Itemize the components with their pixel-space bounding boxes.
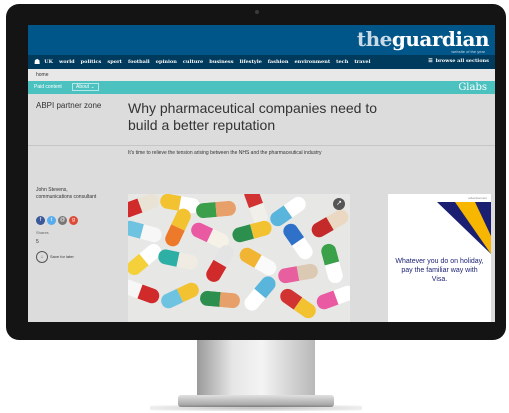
save-for-later-link[interactable]: Save for later [50, 254, 74, 259]
share-count-label: Shares [36, 230, 49, 235]
author-name[interactable]: John Stevens, [36, 187, 116, 194]
capsule [162, 206, 194, 249]
author-role: communications consultant [36, 194, 97, 200]
article-standfirst: It's time to relieve the tension arising… [128, 150, 322, 156]
about-dropdown[interactable]: About ⌄ [72, 83, 99, 91]
ad-label: advertisement [468, 196, 487, 200]
capsule [230, 219, 274, 244]
masthead: theguardian website of the year [28, 25, 495, 55]
google-plus-icon[interactable]: g [69, 216, 78, 225]
menu-icon: ☰ [428, 58, 433, 64]
camera-dot [255, 10, 259, 14]
monitor-frame: theguardian website of the year ☗ UK wor… [6, 4, 506, 340]
capsule [203, 242, 237, 285]
nav-item-fashion[interactable]: fashion [268, 59, 289, 65]
nav-item-travel[interactable]: travel [354, 59, 370, 65]
monitor-stand [197, 340, 315, 396]
nav-item-lifestyle[interactable]: lifestyle [240, 59, 262, 65]
email-icon[interactable]: @ [58, 216, 67, 225]
capsule [236, 245, 280, 278]
capsule [241, 273, 279, 314]
home-icon[interactable]: ☗ [34, 58, 40, 66]
labs-bar: Paid content About ⌄ Glabs [28, 81, 495, 94]
capsule [277, 262, 319, 285]
glabs-logo[interactable]: Glabs [458, 82, 487, 93]
capsule [158, 280, 202, 311]
browse-all-sections-button[interactable]: ☰ browse all sections [428, 58, 489, 64]
partner-zone-label[interactable]: ABPI partner zone [36, 101, 101, 110]
advertisement[interactable]: advertisement Whatever you do on holiday… [388, 194, 491, 322]
capsule [319, 242, 345, 285]
visa-stripe-graphic [437, 202, 491, 254]
share-count: 5 [36, 239, 39, 245]
nav-item-environment[interactable]: environment [295, 59, 331, 65]
nav-item-world[interactable]: world [59, 59, 75, 65]
nav-item-sport[interactable]: sport [107, 59, 122, 65]
image-enlarge-icon[interactable]: ↗ [333, 198, 345, 210]
author-byline: John Stevens, communications consultant [36, 187, 116, 201]
nav-item-uk[interactable]: UK [44, 59, 53, 65]
capsule [314, 283, 350, 312]
browser-screen: theguardian website of the year ☗ UK wor… [28, 25, 495, 322]
paid-content-label: Paid content [34, 84, 62, 90]
nav-item-culture[interactable]: culture [183, 59, 203, 65]
social-share-buttons: f t @ g [36, 216, 80, 225]
capsule [128, 219, 164, 244]
breadcrumb-home-link[interactable]: home [36, 72, 49, 78]
facebook-icon[interactable]: f [36, 216, 45, 225]
ad-copy: Whatever you do on holiday, pay the fami… [395, 258, 484, 283]
nav-item-business[interactable]: business [209, 59, 233, 65]
capsule [156, 248, 200, 271]
section-nav: ☗ UK world politics sport football opini… [28, 55, 495, 69]
guardian-logo[interactable]: theguardian [357, 27, 490, 51]
breadcrumb: home [28, 69, 495, 81]
capsule [128, 277, 162, 306]
capsule [128, 194, 162, 220]
capsule [308, 207, 350, 240]
capsule [199, 290, 241, 309]
nav-item-politics[interactable]: politics [81, 59, 102, 65]
article-main-image: ↗ [128, 194, 350, 322]
nav-item-football[interactable]: football [128, 59, 150, 65]
nav-item-tech[interactable]: tech [336, 59, 348, 65]
save-for-later-icon[interactable]: ↓ [36, 251, 48, 263]
stand-shadow [150, 405, 362, 411]
article-headline: Why pharmaceutical companies need to bui… [128, 100, 378, 133]
tagline: website of the year [451, 49, 485, 54]
nav-item-opinion[interactable]: opinion [156, 59, 177, 65]
capsule [195, 200, 237, 219]
divider [28, 145, 495, 146]
capsule [277, 285, 319, 322]
twitter-icon[interactable]: t [47, 216, 56, 225]
